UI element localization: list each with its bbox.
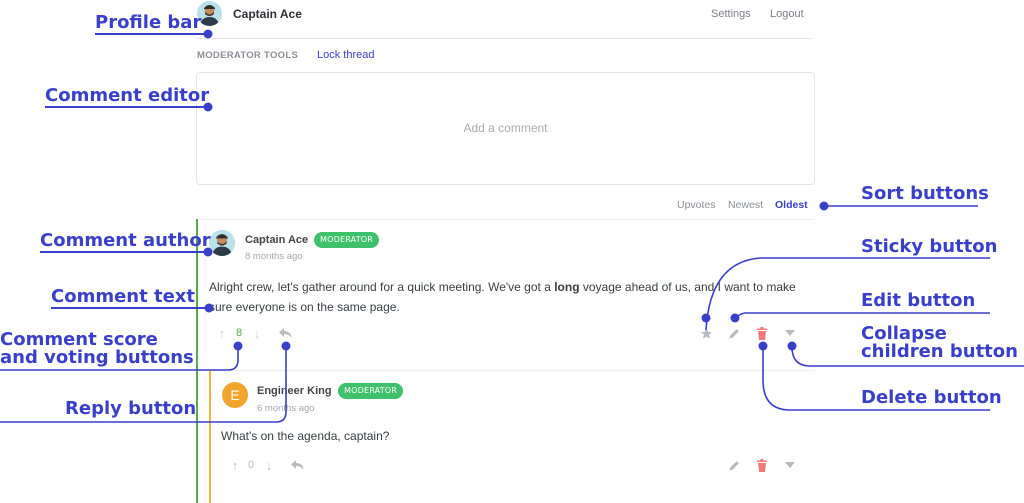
moderator-badge: MODERATOR xyxy=(314,232,380,248)
upvote-icon[interactable]: ↑ xyxy=(216,326,228,341)
annotation-collapse-children: Collapse children button xyxy=(861,323,1018,362)
moderator-badge: MODERATOR xyxy=(338,383,404,399)
comment-text-part: Alright crew, let's gather around for a … xyxy=(209,280,555,294)
collapse-chevron-icon[interactable] xyxy=(784,459,796,471)
annotation-comment-editor: Comment editor xyxy=(45,85,210,106)
edit-pencil-icon[interactable] xyxy=(727,458,741,472)
reply-time: 6 months ago xyxy=(257,403,315,414)
annotation-comment-score: Comment score and voting buttons xyxy=(0,329,194,368)
settings-link[interactable]: Settings xyxy=(711,8,751,20)
profile-divider xyxy=(196,38,813,39)
delete-trash-icon[interactable] xyxy=(755,458,769,472)
annotation-sticky-button: Sticky button xyxy=(861,236,998,257)
annotation-underline xyxy=(51,307,209,309)
upvote-icon[interactable]: ↑ xyxy=(229,458,241,473)
reply-author-avatar[interactable]: E xyxy=(222,382,248,408)
sort-newest-button[interactable]: Newest xyxy=(728,199,763,211)
reply-icon[interactable] xyxy=(290,458,304,472)
comment-text: Alright crew, let's gather around for a … xyxy=(209,277,809,317)
comment-time: 8 months ago xyxy=(245,251,303,262)
lock-thread-link[interactable]: Lock thread xyxy=(317,49,374,61)
comment-top-divider xyxy=(198,219,813,220)
annotation-underline xyxy=(45,106,208,108)
edit-pencil-icon[interactable] xyxy=(727,326,741,340)
sort-upvotes-button[interactable]: Upvotes xyxy=(677,199,716,211)
annotation-edit-button: Edit button xyxy=(861,290,976,311)
reply-thread-line xyxy=(209,371,211,503)
annotation-underline xyxy=(40,251,208,253)
logout-link[interactable]: Logout xyxy=(770,8,804,20)
reply-text: What's on the agenda, captain? xyxy=(221,429,390,443)
annotation-underline xyxy=(95,33,208,35)
comment-editor[interactable]: Add a comment xyxy=(196,72,815,185)
comment-author-name[interactable]: Captain Ace xyxy=(245,234,308,246)
reply-score: 0 xyxy=(248,459,255,471)
collapse-chevron-icon[interactable] xyxy=(784,327,796,339)
downvote-icon[interactable]: ↓ xyxy=(263,458,275,473)
reply-author-name[interactable]: Engineer King xyxy=(257,385,332,397)
delete-trash-icon[interactable] xyxy=(755,326,769,340)
downvote-icon[interactable]: ↓ xyxy=(251,326,263,341)
annotation-comment-author: Comment author xyxy=(40,230,211,251)
comment-author-avatar[interactable] xyxy=(209,230,235,256)
moderator-tools-title: MODERATOR TOOLS xyxy=(197,50,299,61)
comment-text-bold: long xyxy=(554,280,580,294)
annotation-delete-button: Delete button xyxy=(861,387,1002,408)
reply-icon[interactable] xyxy=(278,326,292,340)
annotation-profile-bar: Profile bar xyxy=(95,12,202,33)
sticky-star-icon[interactable] xyxy=(699,326,713,340)
annotation-sort-buttons: Sort buttons xyxy=(861,183,989,204)
editor-placeholder: Add a comment xyxy=(463,121,548,135)
annotation-comment-text: Comment text xyxy=(51,286,196,307)
comment-score: 8 xyxy=(236,327,243,339)
reply-divider xyxy=(198,370,813,371)
profile-username[interactable]: Captain Ace xyxy=(233,7,302,21)
sort-oldest-button[interactable]: Oldest xyxy=(775,199,808,211)
annotation-reply-button: Reply button xyxy=(65,398,197,419)
